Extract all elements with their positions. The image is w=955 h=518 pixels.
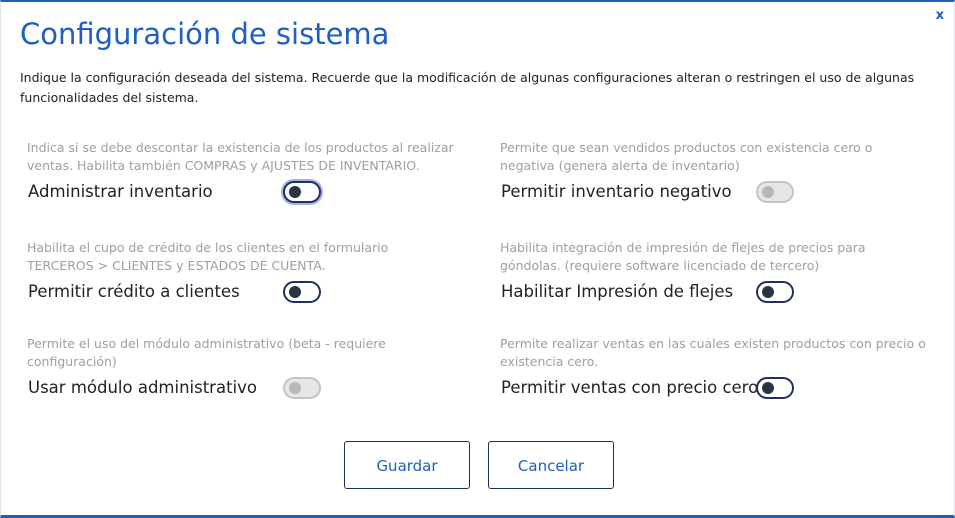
setting-label: Permitir ventas con precio cero (501, 378, 759, 397)
setting-usar-modulo-administrativo: Permite el uso del módulo administrativo… (27, 335, 467, 407)
setting-description: Habilita el cupo de crédito de los clien… (27, 240, 389, 273)
dialog-title: Configuración de sistema (20, 17, 390, 51)
setting-description: Habilita integración de impresión de fle… (500, 240, 866, 273)
setting-label: Habilitar Impresión de flejes (501, 282, 734, 301)
setting-permitir-ventas-precio-cero: Permite realizar ventas en las cuales ex… (500, 335, 940, 407)
setting-description: Permite el uso del módulo administrativo… (27, 336, 386, 369)
toggle-permitir-ventas-precio-cero[interactable] (756, 377, 794, 399)
setting-label: Administrar inventario (28, 182, 213, 201)
setting-administrar-inventario: Indica si se debe descontar la existenci… (27, 139, 467, 211)
setting-description: Permite que sean vendidos productos con … (500, 140, 873, 173)
setting-label: Permitir inventario negativo (501, 182, 732, 201)
cancel-button[interactable]: Cancelar (488, 441, 614, 489)
toggle-knob (289, 286, 301, 298)
toggle-administrar-inventario[interactable] (283, 181, 321, 203)
toggle-habilitar-impresion-flejes[interactable] (756, 281, 794, 303)
toggle-knob (762, 186, 774, 198)
save-button[interactable]: Guardar (344, 441, 470, 489)
setting-description: Permite realizar ventas en las cuales ex… (500, 336, 926, 369)
setting-label: Usar módulo administrativo (28, 378, 257, 397)
setting-permitir-inventario-negativo: Permite que sean vendidos productos con … (500, 139, 940, 211)
close-icon[interactable]: x (936, 8, 944, 24)
toggle-usar-modulo-administrativo[interactable] (283, 377, 321, 399)
toggle-permitir-inventario-negativo[interactable] (756, 181, 794, 203)
setting-permitir-credito-clientes: Habilita el cupo de crédito de los clien… (27, 239, 467, 311)
setting-description: Indica si se debe descontar la existenci… (27, 140, 454, 173)
toggle-permitir-credito-clientes[interactable] (283, 281, 321, 303)
toggle-knob (289, 186, 301, 198)
setting-label: Permitir crédito a clientes (28, 282, 240, 301)
dialog-intro-text: Indique la configuración deseada del sis… (20, 70, 915, 105)
toggle-knob (289, 382, 301, 394)
system-config-dialog: x Configuración de sistema Indique la co… (0, 0, 955, 518)
toggle-knob (762, 286, 774, 298)
toggle-knob (762, 382, 774, 394)
setting-habilitar-impresion-flejes: Habilita integración de impresión de fle… (500, 239, 940, 311)
